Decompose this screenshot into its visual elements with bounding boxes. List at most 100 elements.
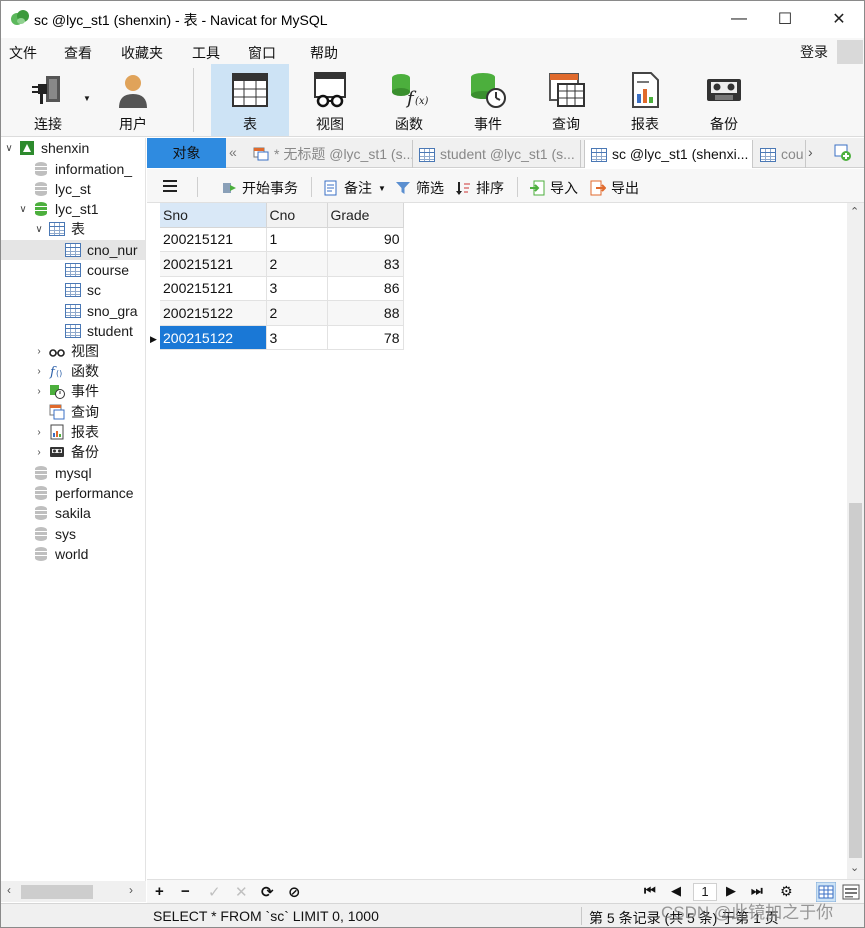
refresh-button[interactable]: ⟳ bbox=[261, 883, 274, 901]
tab-student[interactable]: student @lyc_st1 (s... bbox=[413, 140, 581, 168]
table-row[interactable]: 200215122 2 88 bbox=[160, 300, 404, 326]
collapse-arrow-icon[interactable]: ∨ bbox=[3, 143, 15, 154]
toolbar-query-button[interactable]: 查询 bbox=[527, 64, 605, 136]
expand-arrow-icon[interactable]: › bbox=[33, 447, 45, 458]
menu-view[interactable]: 查看 bbox=[64, 43, 92, 63]
column-header-cno[interactable]: Cno bbox=[266, 203, 328, 228]
collapse-arrow-icon[interactable]: ∨ bbox=[33, 224, 45, 235]
column-header-sno[interactable]: Sno bbox=[160, 203, 267, 228]
tree-group-views[interactable]: › 视图 bbox=[33, 341, 99, 361]
discard-changes-button[interactable]: ✕ bbox=[235, 883, 248, 901]
tree-table-sno-gra[interactable]: sno_gra bbox=[61, 301, 138, 321]
scroll-right-arrow-icon[interactable]: › bbox=[129, 883, 133, 897]
tree-db-performance[interactable]: performance bbox=[29, 483, 134, 503]
collapse-arrow-icon[interactable]: ∨ bbox=[17, 204, 29, 215]
tree-group-functions[interactable]: › f() 函数 bbox=[33, 361, 99, 381]
cell-grade[interactable]: 88 bbox=[327, 300, 404, 326]
next-page-button[interactable]: ▶ bbox=[726, 883, 736, 899]
first-page-button[interactable]: ⏮ bbox=[644, 883, 656, 899]
column-header-grade[interactable]: Grade bbox=[327, 203, 404, 228]
expand-arrow-icon[interactable]: › bbox=[33, 366, 45, 377]
delete-record-button[interactable]: − bbox=[181, 883, 190, 900]
scroll-down-arrow-icon[interactable]: ⌄ bbox=[850, 861, 859, 874]
toolbar-table-button[interactable]: 表 bbox=[211, 64, 289, 136]
tree-group-tables[interactable]: ∨ 表 bbox=[33, 219, 85, 239]
minimize-button[interactable]: — bbox=[716, 1, 762, 37]
scroll-up-arrow-icon[interactable]: ⌃ bbox=[850, 205, 859, 218]
tree-table-cno-nur[interactable]: cno_nur bbox=[1, 240, 145, 260]
login-link[interactable]: 登录 bbox=[800, 42, 828, 62]
scrollbar-thumb[interactable] bbox=[21, 885, 93, 899]
import-button[interactable]: 导入 bbox=[529, 178, 578, 198]
cell-cno[interactable]: 2 bbox=[266, 251, 328, 277]
cell-grade[interactable]: 83 bbox=[327, 251, 404, 277]
table-row[interactable]: 200215121 1 90 bbox=[160, 227, 404, 253]
cell-grade[interactable]: 78 bbox=[327, 325, 404, 351]
expand-arrow-icon[interactable]: › bbox=[33, 346, 45, 357]
add-record-button[interactable]: + bbox=[155, 883, 164, 900]
maximize-button[interactable]: ☐ bbox=[762, 1, 808, 37]
tab-scroll-right-icon[interactable]: › bbox=[808, 144, 813, 160]
form-view-icon[interactable] bbox=[841, 882, 861, 902]
menu-favorites[interactable]: 收藏夹 bbox=[121, 43, 163, 63]
toolbar-function-button[interactable]: f (x) 函数 bbox=[370, 64, 448, 136]
tree-group-events[interactable]: › 事件 bbox=[33, 381, 99, 401]
connection-dropdown-arrow-icon[interactable]: ▼ bbox=[83, 94, 91, 103]
menu-window[interactable]: 窗口 bbox=[248, 43, 276, 63]
tab-untitled-query[interactable]: * 无标题 @lyc_st1 (s... bbox=[247, 140, 413, 168]
tree-group-backups[interactable]: › 备份 bbox=[33, 442, 99, 462]
sort-button[interactable]: 排序 bbox=[455, 178, 504, 198]
tab-objects[interactable]: 对象 bbox=[147, 138, 226, 168]
prev-page-button[interactable]: ◀ bbox=[671, 883, 681, 899]
new-tab-plus-icon[interactable] bbox=[834, 144, 852, 162]
grid-vertical-scrollbar[interactable]: ⌃ ⌄ bbox=[847, 203, 864, 879]
menu-file[interactable]: 文件 bbox=[9, 43, 37, 63]
tab-course[interactable]: cou bbox=[754, 140, 806, 168]
export-button[interactable]: 导出 bbox=[590, 178, 639, 198]
toolbar-report-button[interactable]: 报表 bbox=[606, 64, 684, 136]
tree-table-sc[interactable]: sc bbox=[61, 280, 101, 300]
cell-sno-selected[interactable]: 200215122 bbox=[160, 325, 267, 351]
cell-cno[interactable]: 3 bbox=[266, 276, 328, 302]
cell-sno[interactable]: 200215121 bbox=[160, 276, 267, 302]
filter-button[interactable]: 筛选 bbox=[395, 178, 444, 198]
table-row[interactable]: 200215121 2 83 bbox=[160, 251, 404, 277]
apply-changes-button[interactable]: ✓ bbox=[208, 883, 221, 901]
tree-db-sys[interactable]: sys bbox=[29, 524, 76, 544]
toolbar-view-button[interactable]: 视图 bbox=[291, 64, 369, 136]
menu-tools[interactable]: 工具 bbox=[192, 43, 220, 63]
toolbar-connection-button[interactable]: 连接 bbox=[9, 64, 87, 136]
cell-cno[interactable]: 1 bbox=[266, 227, 328, 253]
cell-cno[interactable]: 3 bbox=[266, 325, 328, 351]
toolbar-user-button[interactable]: 用户 bbox=[94, 64, 172, 136]
tree-db-lyc-st1[interactable]: ∨ lyc_st1 bbox=[17, 199, 98, 219]
expand-arrow-icon[interactable]: › bbox=[33, 427, 45, 438]
expand-arrow-icon[interactable]: › bbox=[33, 386, 45, 397]
stop-button[interactable]: ⊘ bbox=[288, 883, 301, 901]
tab-sc[interactable]: sc @lyc_st1 (shenxi... bbox=[584, 140, 753, 168]
tree-db-world[interactable]: world bbox=[29, 544, 88, 564]
nav-horizontal-scrollbar[interactable]: ‹ › bbox=[1, 881, 146, 902]
menu-hamburger-icon[interactable] bbox=[163, 180, 177, 192]
tree-db-lyc-st[interactable]: lyc_st bbox=[29, 179, 91, 199]
cell-sno[interactable]: 200215121 bbox=[160, 227, 267, 253]
toolbar-event-button[interactable]: 事件 bbox=[449, 64, 527, 136]
scrollbar-thumb[interactable] bbox=[849, 503, 862, 858]
note-button[interactable]: 备注 ▼ bbox=[323, 178, 386, 198]
table-row[interactable]: 200215121 3 86 bbox=[160, 276, 404, 302]
tree-db-mysql[interactable]: mysql bbox=[29, 463, 92, 483]
cell-sno[interactable]: 200215121 bbox=[160, 251, 267, 277]
toolbar-backup-button[interactable]: 备份 bbox=[685, 64, 763, 136]
cell-sno[interactable]: 200215122 bbox=[160, 300, 267, 326]
tree-group-queries[interactable]: 查询 bbox=[45, 402, 99, 422]
tree-group-reports[interactable]: › 报表 bbox=[33, 422, 99, 442]
table-row[interactable]: 200215122 3 78 bbox=[160, 325, 404, 351]
last-page-button[interactable]: ⏭ bbox=[751, 883, 763, 899]
cell-grade[interactable]: 86 bbox=[327, 276, 404, 302]
begin-transaction-button[interactable]: 开始事务 bbox=[221, 178, 298, 198]
cell-cno[interactable]: 2 bbox=[266, 300, 328, 326]
close-button[interactable]: ✕ bbox=[816, 1, 862, 37]
tree-table-course[interactable]: course bbox=[61, 260, 129, 280]
tree-db-information[interactable]: information_ bbox=[29, 159, 132, 179]
tab-scroll-left-icon[interactable]: « bbox=[229, 144, 237, 160]
